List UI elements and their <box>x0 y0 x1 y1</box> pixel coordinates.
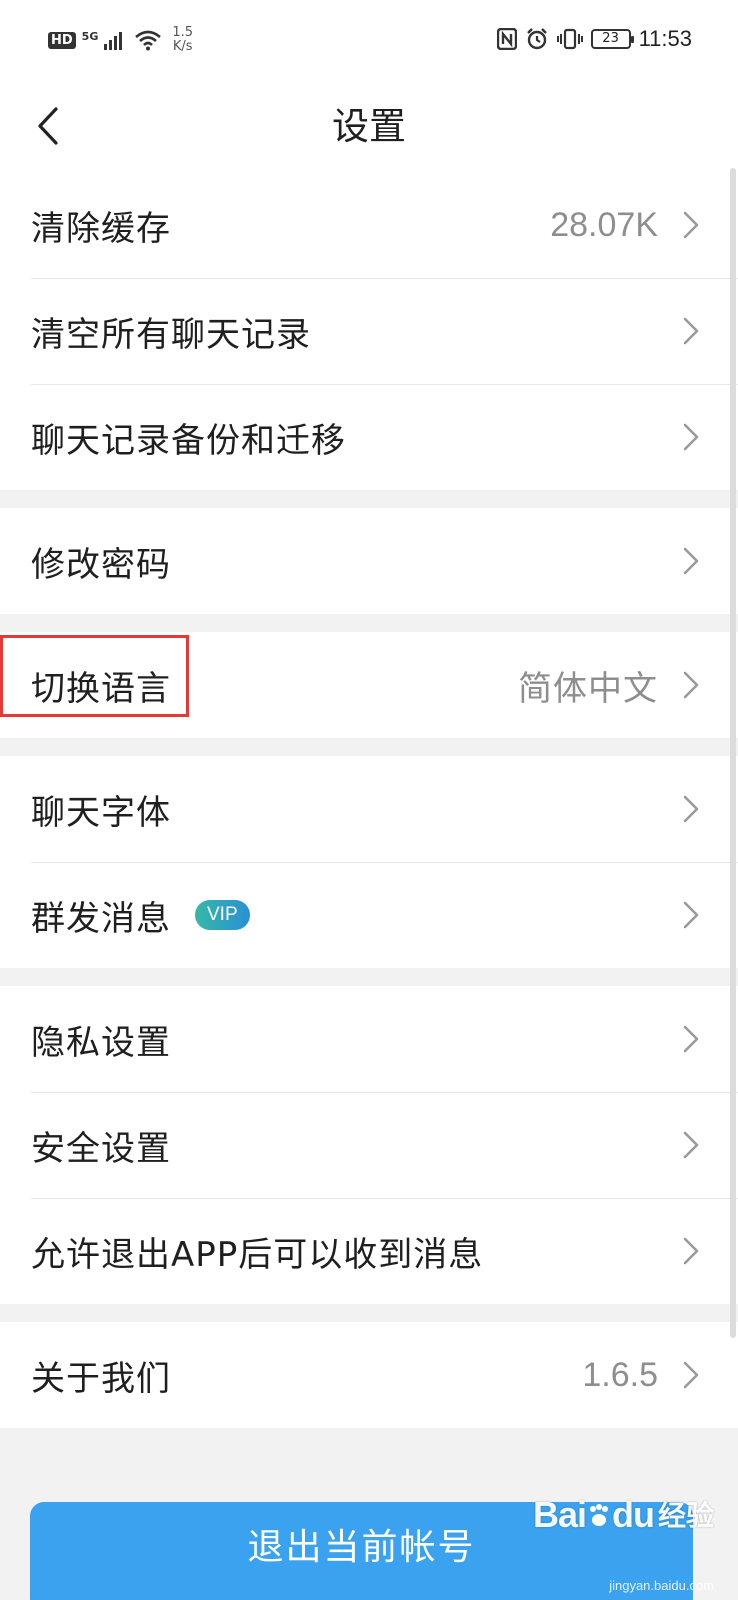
network-type: 5G <box>81 29 99 43</box>
row-label: 清除缓存 <box>31 208 171 249</box>
paw-icon <box>586 1494 612 1535</box>
watermark-logo-bai: Bai <box>532 1494 587 1535</box>
section-divider <box>0 738 738 756</box>
chevron-right-icon <box>683 1025 699 1053</box>
wifi-icon <box>135 30 162 51</box>
clock: 11:53 <box>638 26 692 51</box>
chevron-right-icon <box>683 211 699 239</box>
clear-chat-history-row[interactable]: 清空所有聊天记录 <box>0 278 738 384</box>
status-bar: HD 5G 1.5 K/s 23 11:53 <box>0 0 738 84</box>
chevron-right-icon <box>683 901 699 929</box>
status-left: HD 5G 1.5 K/s <box>48 26 193 54</box>
section-divider <box>0 1304 738 1322</box>
language-value: 简体中文 <box>518 668 658 709</box>
row-label: 允许退出APP后可以收到消息 <box>31 1234 484 1275</box>
watermark-logo: Bai du <box>532 1494 655 1536</box>
section-divider <box>0 490 738 508</box>
chevron-right-icon <box>683 795 699 823</box>
vibrate-icon <box>556 28 583 50</box>
chevron-right-icon <box>683 423 699 451</box>
nfc-icon <box>496 28 517 50</box>
status-right: 23 11:53 <box>496 26 692 52</box>
alarm-icon <box>526 28 547 50</box>
change-password-row[interactable]: 修改密码 <box>0 508 738 614</box>
switch-language-row[interactable]: 切换语言 简体中文 <box>0 632 738 738</box>
broadcast-message-row[interactable]: 群发消息 VIP <box>0 862 738 968</box>
row-label: 隐私设置 <box>31 1022 171 1063</box>
speed-value: 1.5 <box>172 25 194 40</box>
security-settings-row[interactable]: 安全设置 <box>0 1092 738 1198</box>
section-divider <box>0 614 738 632</box>
row-label: 安全设置 <box>31 1128 171 1169</box>
network-speed: 1.5 K/s <box>172 26 193 54</box>
baidu-jingyan-watermark: Bai du 经验 <box>533 1494 714 1536</box>
scrollbar[interactable] <box>730 168 736 1338</box>
row-label: 关于我们 <box>31 1358 171 1399</box>
row-label: 切换语言 <box>31 668 171 709</box>
hd-indicator: HD <box>48 31 76 49</box>
settings-group-password: 修改密码 <box>0 508 738 614</box>
row-label: 清空所有聊天记录 <box>31 314 311 355</box>
settings-group-about: 关于我们 1.6.5 <box>0 1322 738 1428</box>
battery-indicator: 23 <box>590 29 634 49</box>
settings-group-language: 切换语言 简体中文 <box>0 632 738 738</box>
chevron-right-icon <box>683 671 699 699</box>
chevron-right-icon <box>683 547 699 575</box>
chat-backup-migrate-row[interactable]: 聊天记录备份和迁移 <box>0 384 738 490</box>
page-title: 设置 <box>332 105 406 148</box>
watermark-url: jingyan.baidu.com <box>609 1578 714 1593</box>
row-label: 聊天字体 <box>31 792 171 833</box>
settings-group-privacy: 隐私设置 安全设置 允许退出APP后可以收到消息 <box>0 986 738 1304</box>
header-bar: 设置 <box>0 84 738 172</box>
version-value: 1.6.5 <box>582 1355 658 1394</box>
about-us-row[interactable]: 关于我们 1.6.5 <box>0 1322 738 1428</box>
privacy-settings-row[interactable]: 隐私设置 <box>0 986 738 1092</box>
settings-group-chat: 聊天字体 群发消息 VIP <box>0 756 738 968</box>
watermark-suffix: 经验 <box>657 1499 714 1532</box>
settings-screen: HD 5G 1.5 K/s 23 11:53 设置 清除缓存 28.07K 清空… <box>0 0 738 1600</box>
row-label: 群发消息 <box>31 898 171 939</box>
logout-label: 退出当前帐号 <box>247 1527 476 1568</box>
chevron-right-icon <box>683 1131 699 1159</box>
chevron-right-icon <box>683 317 699 345</box>
background-messages-row[interactable]: 允许退出APP后可以收到消息 <box>0 1198 738 1304</box>
row-label: 修改密码 <box>31 544 171 585</box>
vip-badge: VIP <box>195 900 250 930</box>
clear-cache-row[interactable]: 清除缓存 28.07K <box>0 172 738 278</box>
settings-group-storage: 清除缓存 28.07K 清空所有聊天记录 聊天记录备份和迁移 <box>0 172 738 490</box>
chevron-right-icon <box>683 1237 699 1265</box>
watermark-logo-du: du <box>612 1494 655 1535</box>
chat-font-row[interactable]: 聊天字体 <box>0 756 738 862</box>
chevron-right-icon <box>683 1361 699 1389</box>
row-label: 聊天记录备份和迁移 <box>31 420 346 461</box>
speed-unit: K/s <box>172 39 193 54</box>
signal-icon <box>104 32 123 50</box>
settings-list: 清除缓存 28.07K 清空所有聊天记录 聊天记录备份和迁移 修改密码 切换语言… <box>0 172 738 1428</box>
cache-size-value: 28.07K <box>550 205 658 244</box>
section-divider <box>0 968 738 986</box>
